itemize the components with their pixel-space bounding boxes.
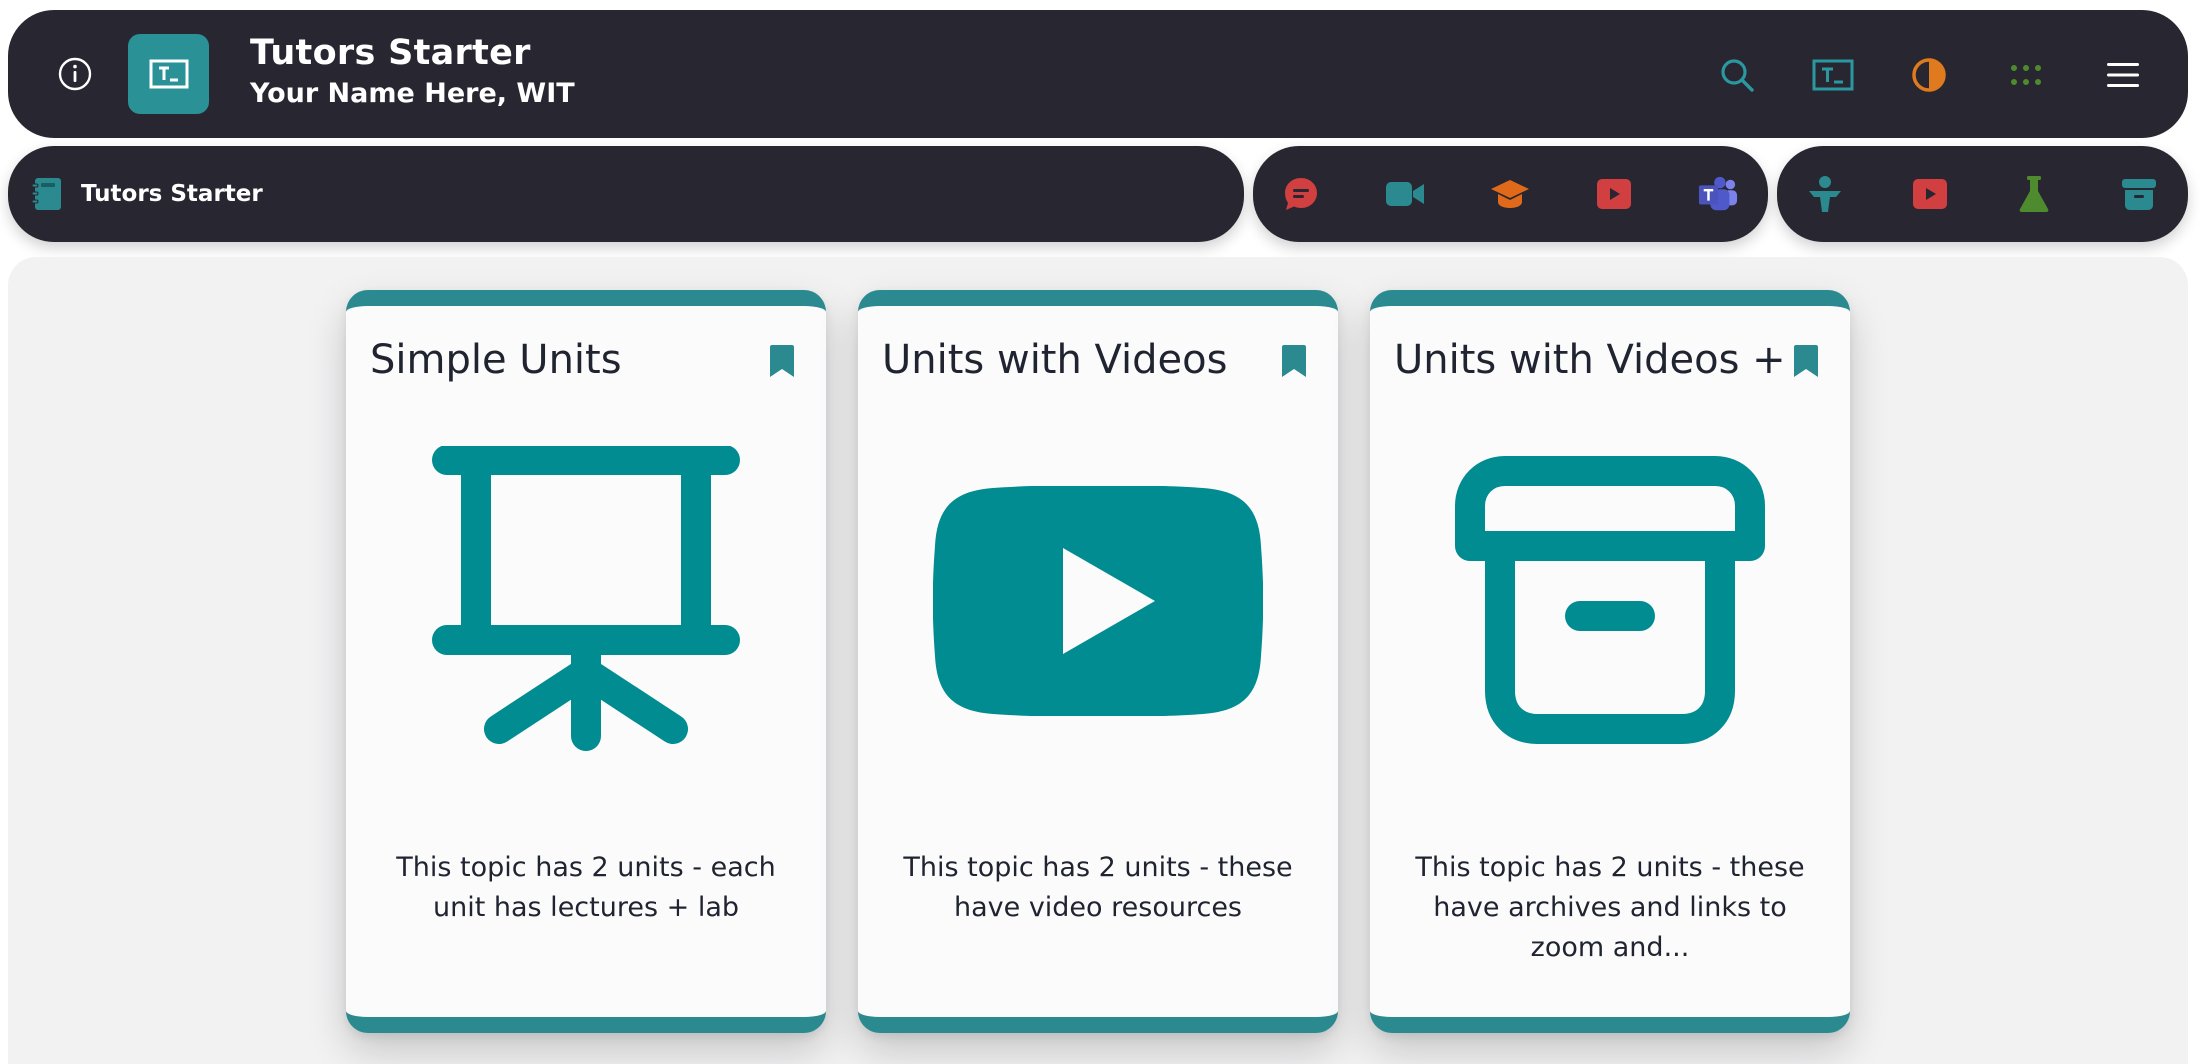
video-camera-icon [1386,182,1424,206]
topic-card-simple-units[interactable]: Simple Units This topic has 2 units - ea… [346,290,826,1033]
youtube-play-icon [1597,179,1631,209]
bookmark-icon[interactable] [768,344,796,378]
search-icon [1721,59,1754,92]
talks-filter-button[interactable] [1805,174,1845,214]
app-root: Tutors Starter Your Name Here, WIT Tutor… [0,0,2200,1064]
topic-card-units-with-videos-plus[interactable]: Units with Videos + This topic has 2 uni… [1370,290,1850,1033]
video-call-button[interactable] [1385,174,1425,214]
card-title: Units with Videos [882,337,1228,383]
tutors-logo-icon [1812,59,1854,91]
archives-filter-button[interactable] [2119,174,2159,214]
learning-types-bar [1777,146,2188,242]
course-info-button[interactable] [1490,174,1530,214]
chat-bubble-icon [1285,178,1317,210]
apps-button[interactable] [2005,54,2047,96]
card-title: Units with Videos + [1394,337,1786,383]
presenter-icon [1809,176,1841,212]
graduation-cap-icon [1491,180,1529,208]
breadcrumb-item-course[interactable]: Tutors Starter [81,177,263,211]
bookmark-icon[interactable] [1280,344,1308,378]
card-title: Simple Units [370,337,622,383]
contrast-icon [1912,58,1946,92]
card-image [1435,436,1785,766]
header-actions [8,10,2188,138]
search-button[interactable] [1716,54,1758,96]
teams-icon [1698,176,1738,211]
presentation-board-icon [432,446,740,751]
video-play-icon [1913,179,1947,209]
flask-icon [2019,176,2049,212]
youtube-channel-button[interactable] [1594,174,1634,214]
videos-filter-button[interactable] [1910,174,1950,214]
course-resources-bar [1253,146,1768,242]
youtube-icon [933,486,1263,716]
course-notebook-icon[interactable] [30,176,66,212]
apps-grid-icon [2011,65,2041,85]
breadcrumb: Tutors Starter [8,146,1244,242]
card-image [923,436,1273,766]
archive-box-icon [2122,179,2156,210]
labs-filter-button[interactable] [2014,174,2054,214]
card-summary: This topic has 2 units - these have vide… [903,852,1293,923]
card-image [411,436,761,766]
top-header-bar: Tutors Starter Your Name Here, WIT [8,10,2188,138]
teams-button[interactable] [1698,174,1738,214]
card-summary: This topic has 2 units - each unit has l… [396,852,776,923]
theme-toggle-button[interactable] [1908,54,1950,96]
topic-card-units-with-videos[interactable]: Units with Videos This topic has 2 units… [858,290,1338,1033]
card-summary: This topic has 2 units - these have arch… [1415,852,1805,963]
menu-button[interactable] [2102,54,2144,96]
hamburger-menu-icon [2107,63,2139,87]
chat-button[interactable] [1281,174,1321,214]
tutors-home-button[interactable] [1812,54,1854,96]
bookmark-icon[interactable] [1792,344,1820,378]
archive-icon [1455,456,1765,744]
